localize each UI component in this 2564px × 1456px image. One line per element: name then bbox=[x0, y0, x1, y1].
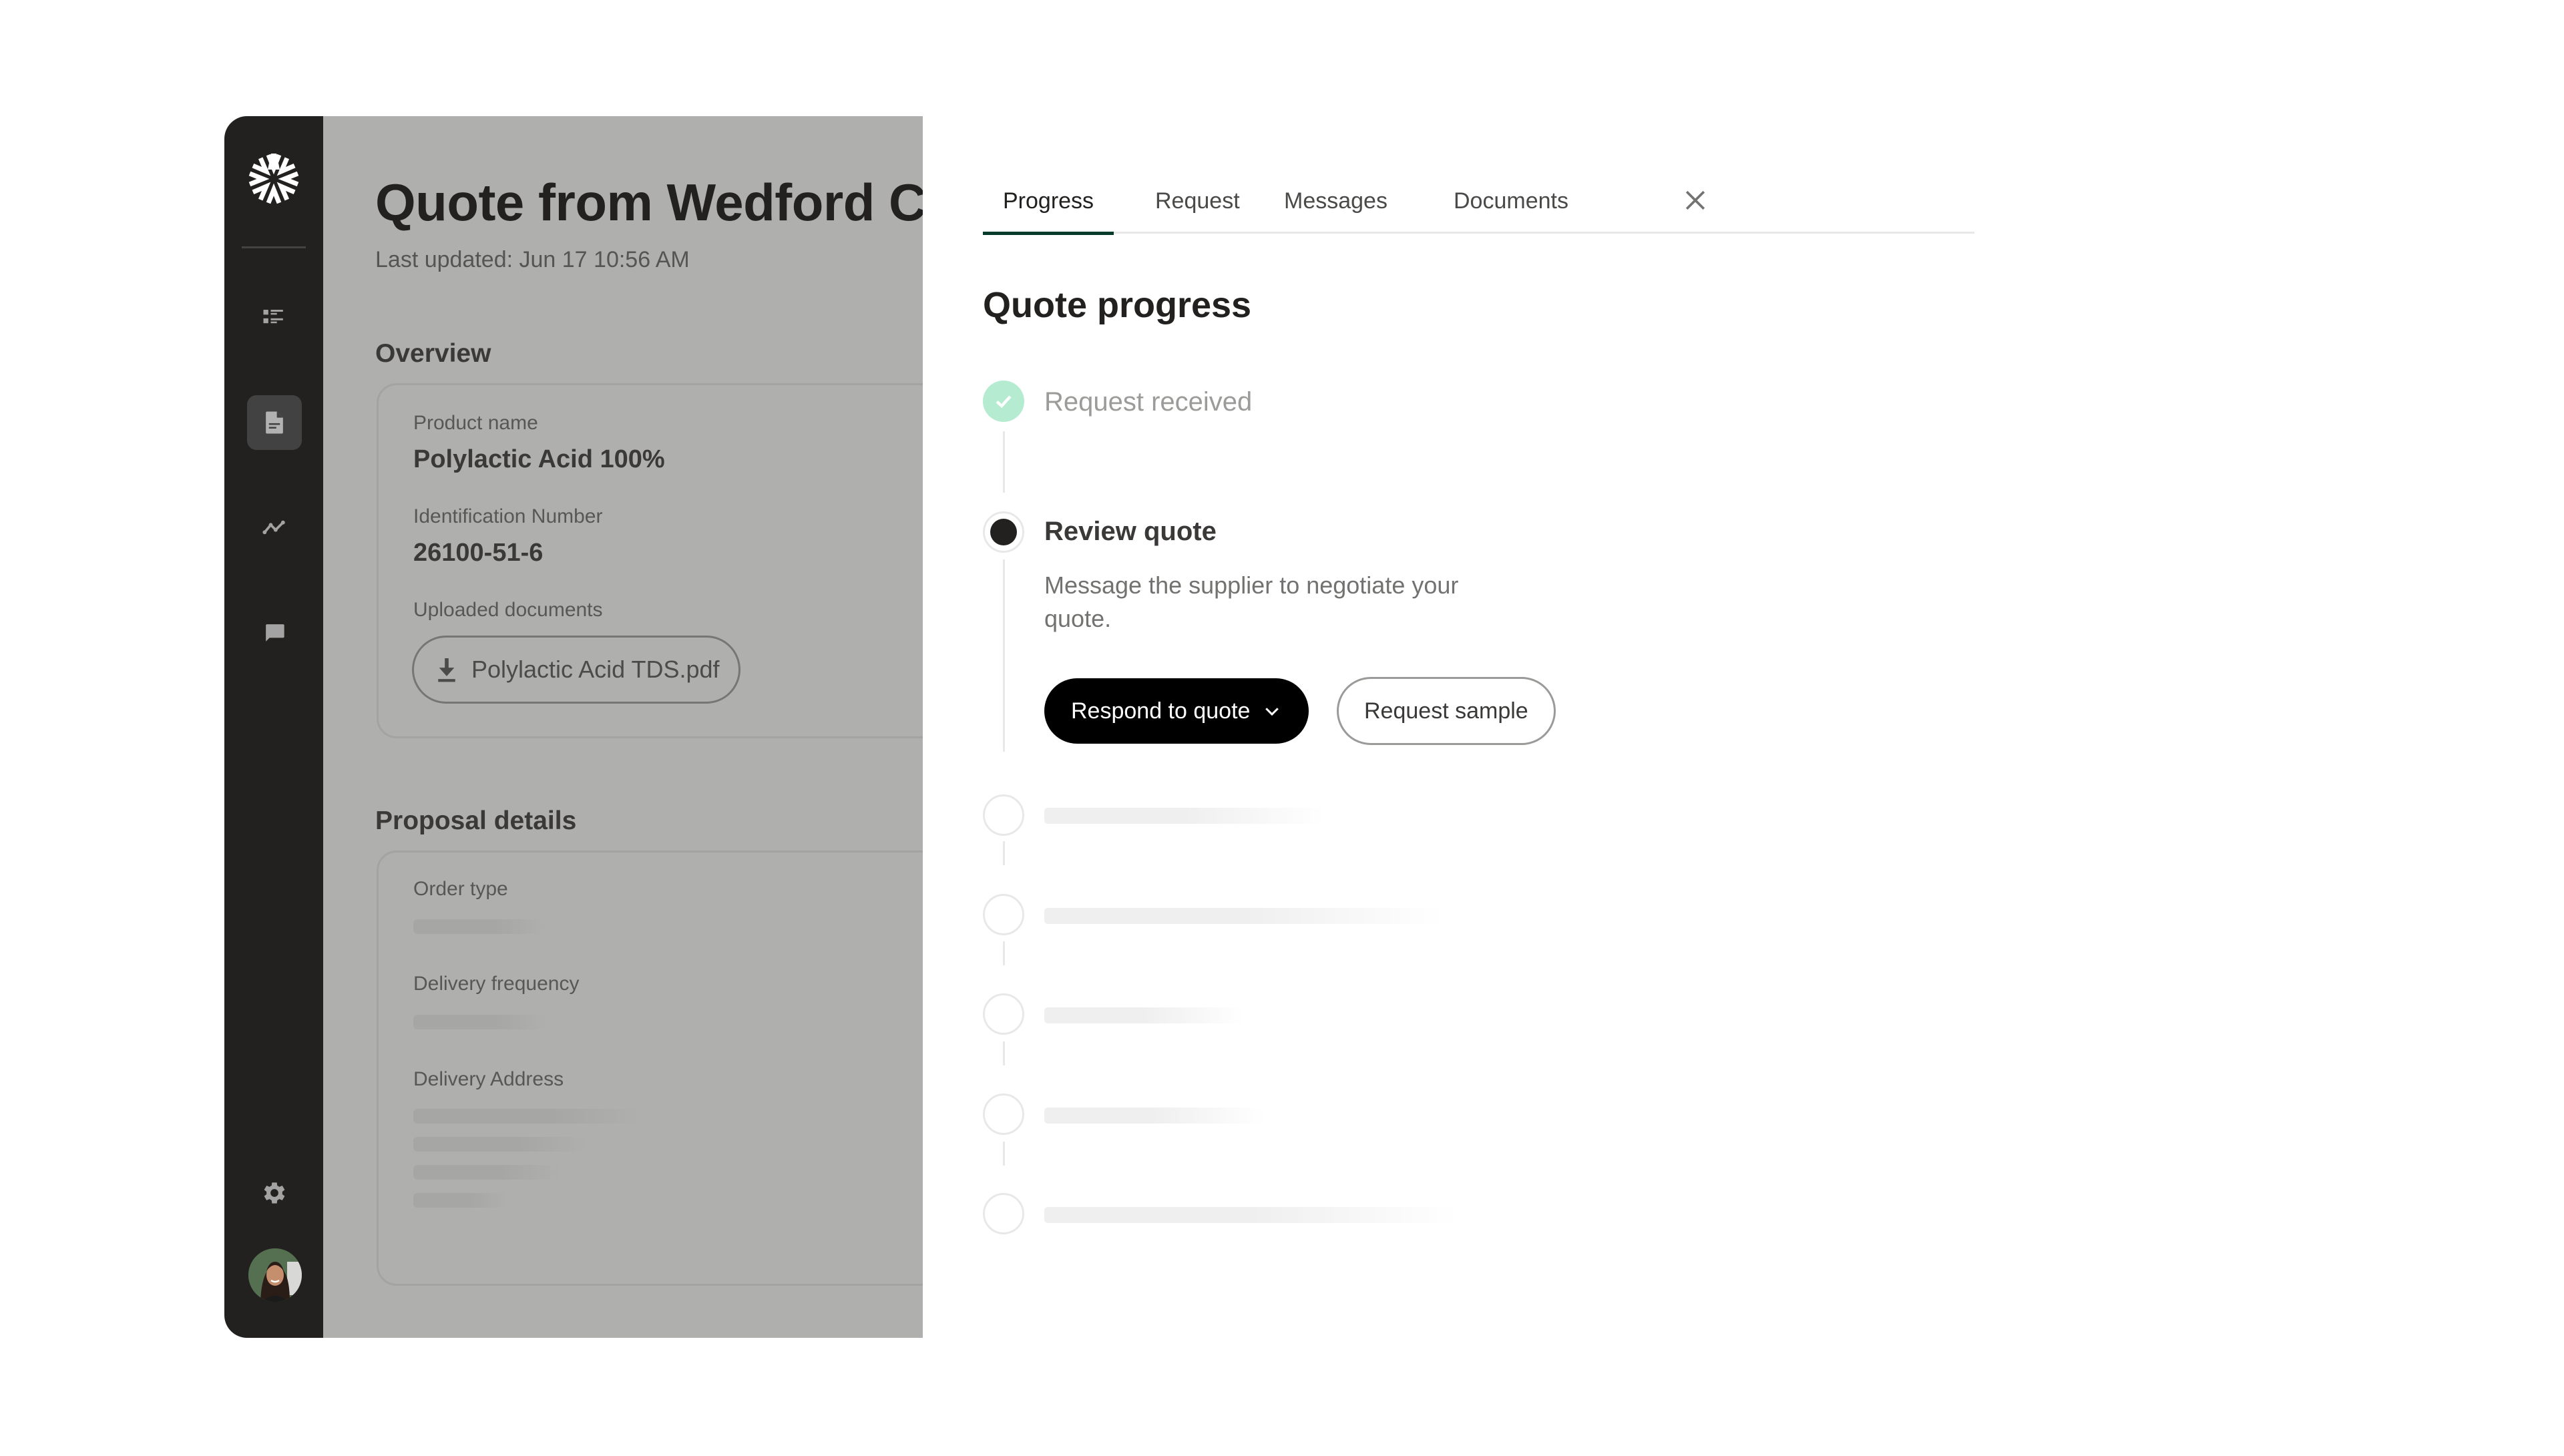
identification-number-value: 26100-51-6 bbox=[413, 539, 544, 567]
uploaded-documents-label: Uploaded documents bbox=[413, 599, 603, 621]
delivery-frequency-label: Delivery frequency bbox=[413, 973, 580, 995]
product-name-value: Polylactic Acid 100% bbox=[413, 445, 665, 473]
document-icon bbox=[266, 411, 283, 434]
step-description: Message the supplier to negotiate your q… bbox=[1044, 571, 1459, 632]
respond-to-quote-button[interactable]: Respond to quote bbox=[1044, 678, 1309, 744]
list-icon bbox=[263, 310, 283, 324]
product-name-label: Product name bbox=[413, 412, 538, 434]
quote-drawer: Progress Request Messages Documents Quot… bbox=[923, 116, 2564, 1338]
step-skeleton bbox=[1044, 808, 1325, 824]
delivery-address-label: Delivery Address bbox=[413, 1068, 564, 1090]
document-name: Polylactic Acid TDS.pdf bbox=[471, 656, 720, 683]
sidebar-item-settings[interactable] bbox=[247, 1166, 302, 1220]
quote-progress-heading: Quote progress bbox=[983, 285, 1252, 325]
trend-line-icon bbox=[262, 520, 285, 535]
document-download-button[interactable]: Polylactic Acid TDS.pdf bbox=[412, 636, 740, 704]
sidebar-item-analytics[interactable] bbox=[247, 500, 302, 555]
sidebar-divider bbox=[242, 246, 306, 248]
drawer-tabs: Progress Request Messages Documents bbox=[983, 183, 1974, 235]
respond-to-quote-label: Respond to quote bbox=[1071, 698, 1251, 724]
delivery-address-skeleton-3 bbox=[413, 1165, 560, 1180]
tab-messages[interactable]: Messages bbox=[1264, 183, 1408, 234]
close-button[interactable] bbox=[1681, 186, 1710, 215]
overview-heading: Overview bbox=[375, 339, 491, 368]
step-connector bbox=[1003, 559, 1005, 752]
step-connector bbox=[1003, 1142, 1005, 1166]
proposal-details-heading: Proposal details bbox=[375, 806, 577, 835]
step-pending-icon bbox=[983, 894, 1024, 935]
step-current-icon bbox=[983, 511, 1024, 553]
overview-card: Product name Polylactic Acid 100% Identi… bbox=[377, 383, 923, 738]
close-icon bbox=[1685, 190, 1705, 210]
step-connector bbox=[1003, 841, 1005, 865]
delivery-address-skeleton-4 bbox=[413, 1193, 507, 1208]
tab-request[interactable]: Request bbox=[1135, 183, 1260, 234]
checkmark-icon bbox=[996, 395, 1012, 409]
tab-progress[interactable]: Progress bbox=[983, 183, 1114, 235]
step-pending-icon bbox=[983, 794, 1024, 836]
identification-number-label: Identification Number bbox=[413, 505, 603, 527]
step-skeleton bbox=[1044, 1007, 1245, 1023]
step-connector bbox=[1003, 941, 1005, 965]
step-pending-icon bbox=[983, 1094, 1024, 1135]
gear-icon bbox=[264, 1182, 285, 1204]
step-skeleton bbox=[1044, 1207, 1458, 1223]
step-pending-icon bbox=[983, 1193, 1024, 1234]
tab-documents[interactable]: Documents bbox=[1434, 183, 1588, 234]
starburst-logo-icon[interactable] bbox=[247, 152, 300, 206]
step-complete-icon bbox=[983, 381, 1024, 422]
page-title: Quote from Wedford Chemicals bbox=[375, 173, 923, 232]
proposal-details-card: Order type Delivery frequency Delivery A… bbox=[377, 851, 923, 1286]
delivery-address-skeleton-1 bbox=[413, 1109, 640, 1124]
delivery-frequency-skeleton bbox=[413, 1015, 547, 1029]
order-type-label: Order type bbox=[413, 878, 508, 900]
sidebar bbox=[224, 116, 323, 1338]
request-sample-button[interactable]: Request sample bbox=[1337, 677, 1556, 745]
sidebar-item-messages[interactable] bbox=[247, 605, 302, 660]
chat-bubble-icon bbox=[266, 624, 284, 642]
step-skeleton bbox=[1044, 1108, 1265, 1124]
sidebar-item-list[interactable] bbox=[247, 290, 302, 344]
step-connector bbox=[1003, 431, 1005, 493]
user-avatar[interactable] bbox=[248, 1248, 302, 1302]
chevron-down-icon bbox=[1265, 708, 1279, 716]
step-skeleton bbox=[1044, 908, 1445, 924]
delivery-address-skeleton-2 bbox=[413, 1137, 587, 1152]
step-label-request-received: Request received bbox=[1044, 387, 1253, 417]
download-icon bbox=[438, 658, 455, 682]
order-type-skeleton bbox=[413, 919, 547, 934]
last-updated-text: Last updated: Jun 17 10:56 AM bbox=[375, 247, 690, 272]
sidebar-item-documents[interactable] bbox=[247, 395, 302, 450]
quote-details-page: Quote from Wedford Chemicals Last update… bbox=[323, 116, 923, 1338]
step-pending-icon bbox=[983, 993, 1024, 1035]
step-label-review-quote: Review quote bbox=[1044, 517, 1217, 546]
avatar-photo-icon bbox=[248, 1248, 302, 1302]
step-connector bbox=[1003, 1041, 1005, 1065]
